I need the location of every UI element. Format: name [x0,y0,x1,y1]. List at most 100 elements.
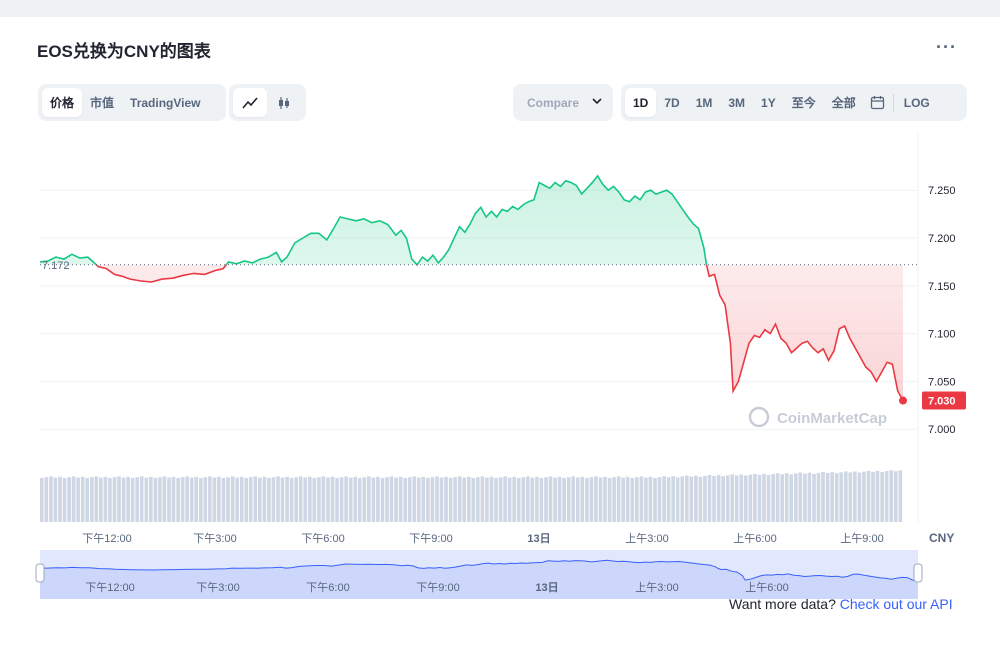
volume-bar [199,478,203,522]
volume-bar [130,478,135,522]
x-tick-label: 上午3:00 [625,532,668,545]
volume-bar [303,477,308,522]
volume-bar [99,477,103,522]
volume-bar [489,476,494,522]
tab-3m[interactable]: 3M [720,88,753,117]
volume-bar [271,477,276,522]
volume-bar [848,472,853,522]
api-link[interactable]: Check out our API [840,596,953,612]
volume-bar [80,476,85,522]
volume-bar [598,477,603,522]
volume-bar [875,470,880,522]
coinmarketcap-logo-icon [748,406,770,428]
volume-bar [40,478,44,522]
volume-bar [662,476,666,522]
volume-bar [616,476,621,522]
volume-bar [526,476,530,522]
volume-bar [548,476,553,522]
volume-bar [471,478,476,522]
more-options-icon[interactable]: ··· [936,37,957,58]
volume-bar [798,472,803,522]
tab-7d[interactable]: 7D [656,88,687,117]
reference-price-label: 7.172 [42,260,70,272]
x-tick-label: 上午9:00 [840,532,883,545]
price-area [40,175,903,401]
volume-bar [439,477,444,522]
volume-bar [230,476,235,522]
current-price-dot [899,396,907,405]
volume-bar [757,474,762,522]
volume-bar [675,477,680,522]
volume-bar [603,476,607,522]
volume-bar [44,477,49,522]
volume-bars [40,470,903,522]
volume-bar [580,476,585,522]
volume-bar [625,476,630,522]
calendar-icon[interactable] [864,88,891,117]
log-toggle[interactable]: LOG [896,88,938,117]
candlestick-icon[interactable] [267,88,301,117]
volume-bar [744,475,748,522]
volume-bar [716,475,721,522]
volume-bar [385,477,389,522]
volume-bar [49,476,53,522]
volume-bar [721,476,725,522]
compare-dropdown[interactable]: Compare [513,84,613,121]
volume-bar [380,478,385,522]
tab-ytd[interactable]: 至今 [784,88,824,117]
volume-bar [112,477,117,522]
volume-bar [312,478,317,522]
tab-1d[interactable]: 1D [625,88,657,117]
watermark-text: CoinMarketCap [777,410,887,427]
tab-market-cap[interactable]: 市值 [82,88,122,117]
divider [892,93,894,112]
tab-price[interactable]: 价格 [42,88,83,117]
y-tick-label: 7.150 [928,281,956,293]
navigator-handle[interactable] [35,563,45,583]
watermark: CoinMarketCap [748,406,887,428]
volume-bar [748,474,753,522]
volume-bar [90,477,94,522]
navigator-handle[interactable] [913,563,923,583]
volume-bar [648,476,653,522]
current-price-label: 7.030 [928,396,956,408]
volume-bar [753,473,757,522]
volume-bar [321,476,326,522]
navigator-tick-label: 下午9:00 [416,581,459,594]
price-chart[interactable]: 7.172 7.000 7.050 7.100 7.150 7.200 7.250 7.03… [0,132,1000,602]
time-range-tabs: 1D 7D 1M 3M 1Y 至今 全部 LOG [621,84,967,121]
volume-bar [703,475,707,522]
line-chart-icon[interactable] [233,88,267,117]
volume-bar [235,477,239,522]
currency-label: CNY [929,531,954,545]
range-navigator[interactable]: 下午12:00 下午3:00 下午6:00 下午9:00 13日 上午3:00 上午6:00 [35,550,923,599]
y-tick-label: 7.100 [928,329,956,341]
volume-bar [771,474,775,522]
volume-bar [212,477,217,522]
tab-1m[interactable]: 1M [688,88,721,117]
volume-bar [308,476,312,522]
volume-bar [594,476,598,522]
volume-bar [267,478,271,522]
volume-bar [680,476,685,522]
volume-bar [734,475,739,522]
volume-bar [403,478,408,522]
tab-tradingview[interactable]: TradingView [122,88,208,117]
volume-bar [689,476,694,522]
volume-bar [248,477,253,522]
volume-bar [76,477,80,522]
volume-bar [144,477,149,522]
volume-bar [839,472,844,522]
volume-bar [217,476,221,522]
page-title: EOS兑换为CNY的图表 [37,42,211,61]
volume-bar [589,477,594,522]
volume-bar [121,477,126,522]
volume-bar [871,471,875,522]
tab-all[interactable]: 全部 [824,88,864,117]
volume-bar [335,478,339,522]
volume-bar [834,473,839,522]
volume-bar [880,472,884,522]
tab-1y[interactable]: 1Y [753,88,784,117]
api-promo: Want more data? Check out our API [729,596,953,612]
volume-bar [58,476,62,522]
